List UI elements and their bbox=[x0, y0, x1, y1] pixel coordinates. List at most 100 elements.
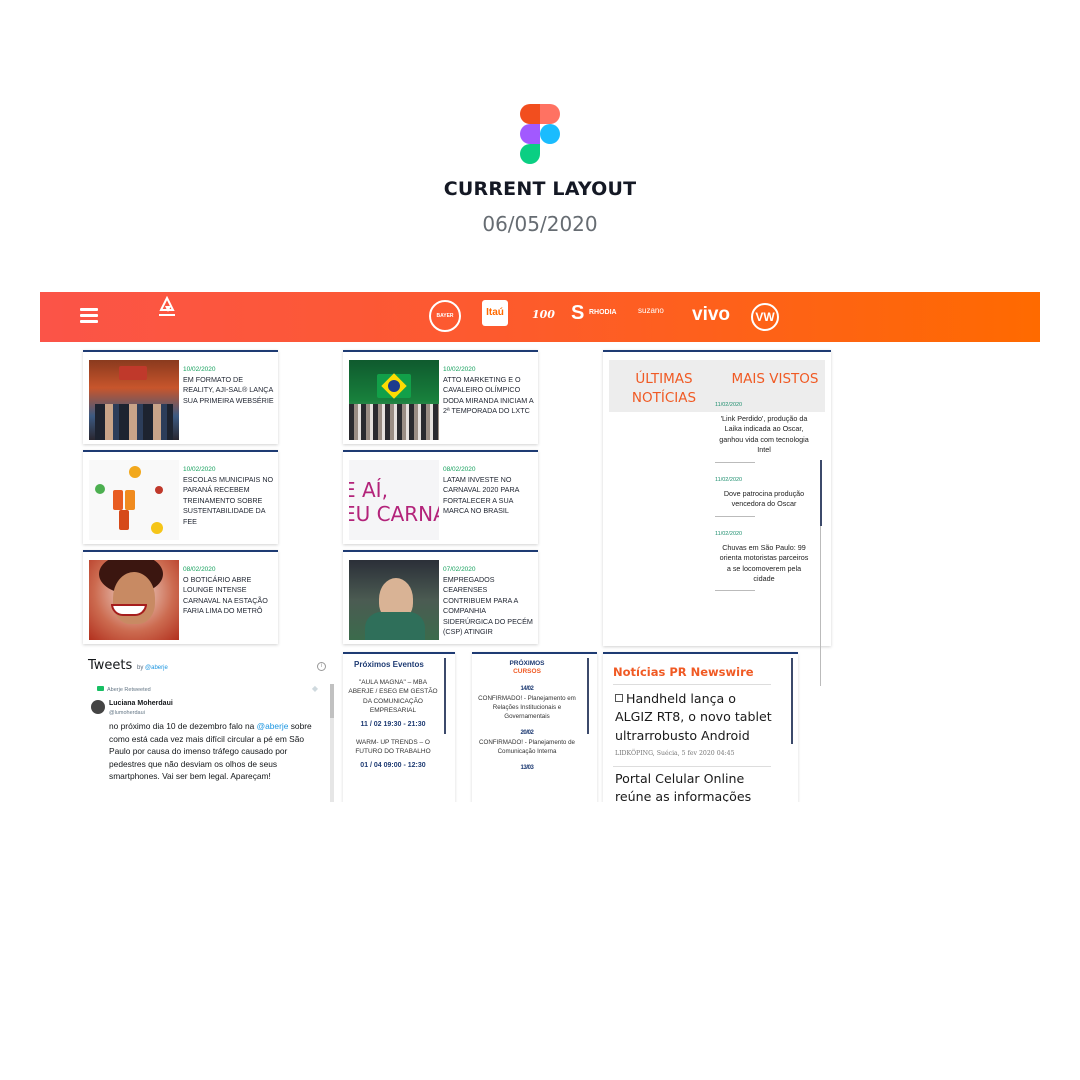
newswire-headline[interactable]: Portal Celular Online reúne as informaçõ… bbox=[615, 770, 773, 802]
info-icon[interactable]: i bbox=[317, 662, 326, 671]
courses-panel: PRÓXIMOS CURSOS 14/02 CONFIRMADO! - Plan… bbox=[472, 652, 597, 802]
page-title: CURRENT LAYOUT bbox=[443, 178, 637, 200]
news-card[interactable]: 10/02/2020 ATTO MARKETING E O CAVALEIRO … bbox=[343, 350, 538, 444]
retweet-indicator: Aberje Retweeted bbox=[97, 686, 151, 693]
hamburger-icon[interactable] bbox=[80, 308, 98, 324]
news-date: 10/02/2020 bbox=[183, 466, 216, 473]
news-thumbnail bbox=[89, 460, 179, 540]
retweet-icon bbox=[97, 686, 104, 691]
list-item[interactable]: 11/02/2020 Chuvas em São Paulo: 99 orien… bbox=[715, 530, 808, 592]
news-title[interactable]: LATAM INVESTE NO CARNAVAL 2020 PARA FORT… bbox=[443, 475, 535, 517]
news-card[interactable]: E AÍ, EU CARNA 08/02/2020 LATAM INVESTE … bbox=[343, 450, 538, 544]
top-navigation-bar: BAYER Itaú 100 S RHODIA suzano vivo VW bbox=[40, 292, 1040, 342]
events-list: "AULA MAGNA" – MBA ABERJE / ESEG EM GEST… bbox=[347, 678, 439, 779]
twitter-bird-icon[interactable]: ◆ bbox=[312, 684, 318, 693]
list-item[interactable]: 11/02/2020 'Link Perdido', produção da L… bbox=[715, 402, 809, 463]
latest-news-panel: ÚLTIMAS NOTÍCIAS MAIS VISTOS 11/02/2020 … bbox=[603, 350, 831, 686]
suzano-logo[interactable]: suzano bbox=[638, 306, 664, 315]
website-screenshot: BAYER Itaú 100 S RHODIA suzano vivo VW 1… bbox=[40, 292, 1040, 802]
divider bbox=[613, 684, 771, 685]
tweets-title: Tweets bbox=[88, 658, 133, 673]
news-date: 10/02/2020 bbox=[183, 366, 216, 373]
list-item-date: 11/02/2020 bbox=[715, 476, 743, 483]
news-date: 07/02/2020 bbox=[443, 566, 476, 573]
vivo-logo[interactable]: vivo bbox=[692, 304, 730, 326]
courses-scrollbar[interactable] bbox=[587, 658, 589, 734]
news-title[interactable]: ESCOLAS MUNICIPAIS NO PARANÁ RECEBEM TRE… bbox=[183, 475, 275, 527]
course-date: 14/02 bbox=[520, 686, 534, 692]
newswire-source: LIDKÖPING, Suécia, 5 fev 2020 04:45 bbox=[615, 750, 735, 757]
list-item-text[interactable]: 'Link Perdido', produção da Laika indica… bbox=[717, 414, 811, 456]
course-date: 20/02 bbox=[520, 729, 534, 736]
aberje-logo[interactable] bbox=[157, 296, 177, 318]
list-item-date: 11/02/2020 bbox=[715, 402, 743, 408]
hundred-years-logo[interactable]: 100 bbox=[532, 308, 555, 321]
tweet-text-start: no próximo dia 10 de dezembro falo na bbox=[109, 721, 257, 731]
courses-list: 14/02 CONFIRMADO! - Planejamento em Rela… bbox=[476, 686, 578, 774]
list-item-text[interactable]: Chuvas em São Paulo: 99 orienta motorist… bbox=[717, 543, 811, 585]
tweets-by: by @aberje bbox=[137, 665, 168, 671]
tweet-author-handle[interactable]: @lumoherdaui bbox=[109, 710, 145, 716]
retweet-label: Aberje Retweeted bbox=[107, 687, 151, 693]
volkswagen-logo[interactable]: VW bbox=[751, 303, 779, 331]
tweets-scrollbar[interactable] bbox=[330, 684, 334, 802]
external-link-icon bbox=[615, 694, 623, 702]
list-item-text[interactable]: Dove patrocina produção vencedora do Osc… bbox=[717, 489, 811, 510]
news-title[interactable]: ATTO MARKETING E O CAVALEIRO OLÍMPICO DO… bbox=[443, 375, 535, 417]
thumbnail-text: E AÍ, EU CARNA bbox=[349, 478, 439, 526]
news-date: 08/02/2020 bbox=[443, 466, 476, 473]
course-date: 13/03 bbox=[520, 764, 534, 771]
event-name[interactable]: "AULA MAGNA" – MBA ABERJE / ESEG EM GEST… bbox=[347, 678, 439, 716]
figma-logo-icon bbox=[520, 104, 560, 164]
scrollbar-track[interactable] bbox=[820, 526, 821, 686]
page-date: 06/05/2020 bbox=[482, 212, 598, 236]
news-thumbnail bbox=[349, 360, 439, 440]
news-thumbnail bbox=[89, 560, 179, 640]
bayer-logo[interactable]: BAYER bbox=[429, 300, 461, 332]
brazil-flag-icon bbox=[377, 373, 411, 399]
event-name[interactable]: WARM- UP TRENDS – O FUTURO DO TRABALHO bbox=[347, 738, 439, 757]
events-panel: Próximos Eventos "AULA MAGNA" – MBA ABER… bbox=[343, 652, 455, 802]
event-date: 11 / 02 19:30 - 21:30 bbox=[360, 720, 426, 728]
list-item-date: 11/02/2020 bbox=[715, 530, 743, 537]
tweet-mention-link[interactable]: @aberje bbox=[257, 721, 289, 731]
scrollbar-thumb[interactable] bbox=[820, 460, 822, 526]
avatar[interactable] bbox=[91, 700, 105, 714]
events-title: Próximos Eventos bbox=[354, 660, 424, 669]
news-card[interactable]: 10/02/2020 EM FORMATO DE REALITY, AJI-SA… bbox=[83, 350, 278, 444]
tweet-author-name[interactable]: Luciana Moherdaui bbox=[109, 700, 173, 707]
news-title[interactable]: EM FORMATO DE REALITY, AJI-SAL® LANÇA SU… bbox=[183, 375, 275, 406]
news-title[interactable]: EMPREGADOS CEARENSES CONTRIBUEM PARA A C… bbox=[443, 575, 535, 638]
events-scrollbar[interactable] bbox=[444, 658, 446, 734]
news-date: 10/02/2020 bbox=[443, 366, 476, 373]
news-card[interactable]: 08/02/2020 O BOTICÁRIO ABRE LOUNGE INTEN… bbox=[83, 550, 278, 644]
news-title[interactable]: O BOTICÁRIO ABRE LOUNGE INTENSE CARNAVAL… bbox=[183, 575, 275, 617]
tab-latest-news[interactable]: ÚLTIMAS NOTÍCIAS bbox=[617, 370, 711, 408]
courses-title-main: PRÓXIMOS bbox=[509, 660, 545, 667]
course-text[interactable]: CONFIRMADO! - Planejamento de Comunicaçã… bbox=[476, 739, 578, 757]
list-item[interactable]: 11/02/2020 Dove patrocina produção vence… bbox=[715, 476, 804, 517]
news-card[interactable]: 07/02/2020 EMPREGADOS CEARENSES CONTRIBU… bbox=[343, 550, 538, 644]
newswire-panel: Notícias PR Newswire Handheld lança o AL… bbox=[603, 652, 798, 802]
news-thumbnail bbox=[89, 360, 179, 440]
event-date: 01 / 04 09:00 - 12:30 bbox=[360, 761, 426, 769]
tweets-by-label: by bbox=[137, 665, 144, 671]
news-thumbnail bbox=[349, 560, 439, 640]
tweets-handle-link[interactable]: @aberje bbox=[145, 665, 168, 671]
tab-most-viewed[interactable]: MAIS VISTOS bbox=[725, 370, 825, 389]
news-card[interactable]: 10/02/2020 ESCOLAS MUNICIPAIS NO PARANÁ … bbox=[83, 450, 278, 544]
tweet-text: no próximo dia 10 de dezembro falo na @a… bbox=[109, 720, 325, 783]
rhodia-s-icon: S bbox=[571, 302, 585, 324]
course-text[interactable]: CONFIRMADO! - Planejamento em Relações I… bbox=[476, 695, 578, 722]
news-thumbnail: E AÍ, EU CARNA bbox=[349, 460, 439, 540]
newswire-scrollbar[interactable] bbox=[791, 658, 793, 744]
twitter-widget: Tweets by @aberje i Aberje Retweeted ◆ L… bbox=[83, 654, 336, 802]
newswire-headline[interactable]: Handheld lança o ALGIZ RT8, o novo table… bbox=[615, 690, 773, 745]
divider bbox=[613, 766, 771, 767]
news-date: 08/02/2020 bbox=[183, 566, 216, 573]
itau-logo[interactable]: Itaú bbox=[482, 300, 508, 326]
newswire-title: Notícias PR Newswire bbox=[613, 665, 754, 679]
courses-title: PRÓXIMOS CURSOS bbox=[472, 660, 582, 677]
courses-title-sub: CURSOS bbox=[513, 668, 541, 676]
newswire-headline-text[interactable]: Handheld lança o ALGIZ RT8, o novo table… bbox=[615, 691, 772, 743]
